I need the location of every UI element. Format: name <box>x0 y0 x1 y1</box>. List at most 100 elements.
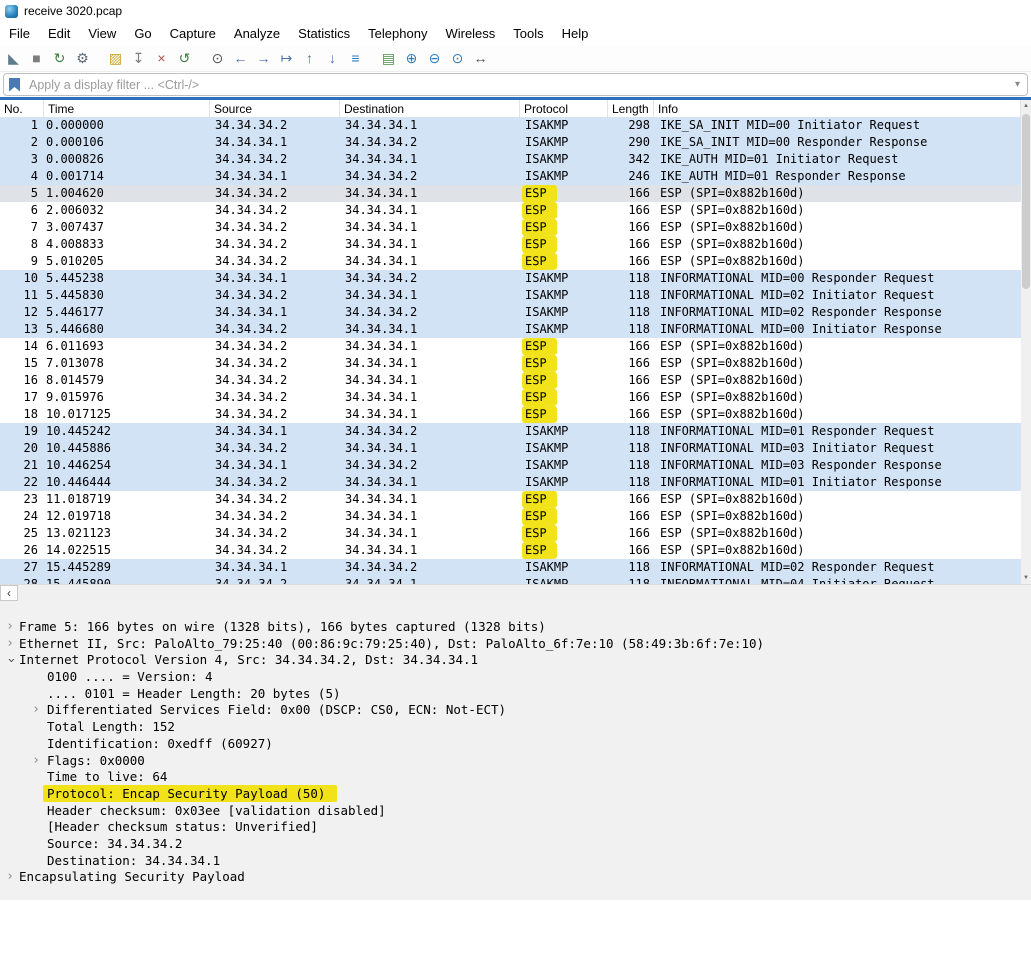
detail-line[interactable]: 0100 .... = Version: 4 <box>0 669 1031 686</box>
packet-row[interactable]: 20.00010634.34.34.134.34.34.2ISAKMP290IK… <box>0 134 1021 151</box>
scroll-left-button[interactable]: ‹ <box>0 585 18 601</box>
detail-line[interactable]: Source: 34.34.34.2 <box>0 836 1031 853</box>
packet-row[interactable]: 1910.44524234.34.34.134.34.34.2ISAKMP118… <box>0 423 1021 440</box>
expand-arrow-icon[interactable]: › <box>5 636 15 653</box>
packet-row[interactable]: 51.00462034.34.34.234.34.34.1ESP166ESP (… <box>0 185 1021 202</box>
packet-row[interactable]: 2210.44644434.34.34.234.34.34.1ISAKMP118… <box>0 474 1021 491</box>
bookmark-icon[interactable] <box>9 78 20 92</box>
scroll-down-icon[interactable]: ▼ <box>1021 572 1031 584</box>
reload-file-button[interactable]: ↺ <box>173 47 196 69</box>
detail-line[interactable]: ›Encapsulating Security Payload <box>0 869 1031 886</box>
column-header-dst[interactable]: Destination <box>340 100 520 117</box>
menu-item-tools[interactable]: Tools <box>504 23 552 44</box>
stop-capture-button[interactable]: ■ <box>25 47 48 69</box>
detail-line[interactable]: ›Ethernet II, Src: PaloAlto_79:25:40 (00… <box>0 636 1031 653</box>
vertical-scrollbar-thumb[interactable] <box>1022 114 1030 289</box>
vertical-scrollbar[interactable]: ▲ ▼ <box>1021 100 1031 584</box>
capture-options-button[interactable]: ⚙ <box>71 47 94 69</box>
detail-line[interactable]: ›Differentiated Services Field: 0x00 (DS… <box>0 702 1031 719</box>
expand-arrow-icon[interactable]: › <box>31 702 41 719</box>
menu-item-help[interactable]: Help <box>553 23 598 44</box>
packet-row[interactable]: 2614.02251534.34.34.234.34.34.1ESP166ESP… <box>0 542 1021 559</box>
packet-row[interactable]: 40.00171434.34.34.134.34.34.2ISAKMP246IK… <box>0 168 1021 185</box>
go-to-packet-button[interactable]: ↦ <box>275 47 298 69</box>
zoom-out-button[interactable]: ⊖ <box>423 47 446 69</box>
cell-time: 10.446254 <box>44 457 210 474</box>
detail-line[interactable]: ›Frame 5: 166 bytes on wire (1328 bits),… <box>0 619 1031 636</box>
collapse-arrow-icon[interactable]: › <box>2 656 19 666</box>
detail-line[interactable]: Destination: 34.34.34.1 <box>0 853 1031 870</box>
chevron-down-icon[interactable]: ▾ <box>1013 79 1022 90</box>
menu-item-telephony[interactable]: Telephony <box>359 23 436 44</box>
colorize-button[interactable]: ▤ <box>377 47 400 69</box>
column-header-len[interactable]: Length <box>608 100 654 117</box>
packet-row[interactable]: 135.44668034.34.34.234.34.34.1ISAKMP118I… <box>0 321 1021 338</box>
filter-input[interactable] <box>27 77 1013 93</box>
packet-row[interactable]: 179.01597634.34.34.234.34.34.1ESP166ESP … <box>0 389 1021 406</box>
detail-line[interactable]: ›Internet Protocol Version 4, Src: 34.34… <box>0 652 1031 669</box>
detail-line[interactable]: Header checksum: 0x03ee [validation disa… <box>0 803 1031 820</box>
menu-item-edit[interactable]: Edit <box>39 23 79 44</box>
zoom-in-button[interactable]: ⊕ <box>400 47 423 69</box>
filter-box[interactable]: ▾ <box>3 73 1028 96</box>
detail-line[interactable]: [Header checksum status: Unverified] <box>0 819 1031 836</box>
menu-item-file[interactable]: File <box>0 23 39 44</box>
packet-row[interactable]: 1810.01712534.34.34.234.34.34.1ESP166ESP… <box>0 406 1021 423</box>
packet-row[interactable]: 2815.44589034.34.34.234.34.34.1ISAKMP118… <box>0 576 1021 584</box>
menu-item-capture[interactable]: Capture <box>161 23 225 44</box>
packet-row[interactable]: 105.44523834.34.34.134.34.34.2ISAKMP118I… <box>0 270 1021 287</box>
packet-row[interactable]: 30.00082634.34.34.234.34.34.1ISAKMP342IK… <box>0 151 1021 168</box>
horizontal-scrollbar[interactable]: ‹ <box>0 584 1031 601</box>
expand-arrow-icon[interactable]: › <box>31 753 41 770</box>
go-last-button[interactable]: ↓ <box>321 47 344 69</box>
column-header-info[interactable]: Info <box>654 100 1021 117</box>
save-file-button[interactable]: ↧ <box>127 47 150 69</box>
column-header-src[interactable]: Source <box>210 100 340 117</box>
packet-row[interactable]: 73.00743734.34.34.234.34.34.1ESP166ESP (… <box>0 219 1021 236</box>
zoom-original-button[interactable]: ⊙ <box>446 47 469 69</box>
menu-item-analyze[interactable]: Analyze <box>225 23 289 44</box>
expand-arrow-icon[interactable]: › <box>5 619 15 636</box>
cell-proto: ESP <box>520 219 608 236</box>
go-first-button[interactable]: ↑ <box>298 47 321 69</box>
go-forward-button[interactable]: → <box>252 47 275 69</box>
column-header-no[interactable]: No. <box>0 100 44 117</box>
open-file-button[interactable]: ▨ <box>104 47 127 69</box>
packet-row[interactable]: 2311.01871934.34.34.234.34.34.1ESP166ESP… <box>0 491 1021 508</box>
expand-arrow-icon[interactable]: › <box>5 869 15 886</box>
column-header-time[interactable]: Time <box>44 100 210 117</box>
detail-line[interactable]: .... 0101 = Header Length: 20 bytes (5) <box>0 686 1031 703</box>
detail-line[interactable]: Identification: 0xedff (60927) <box>0 736 1031 753</box>
packet-row[interactable]: 168.01457934.34.34.234.34.34.1ESP166ESP … <box>0 372 1021 389</box>
packet-row[interactable]: 62.00603234.34.34.234.34.34.1ESP166ESP (… <box>0 202 1021 219</box>
packet-row[interactable]: 157.01307834.34.34.234.34.34.1ESP166ESP … <box>0 355 1021 372</box>
menu-item-view[interactable]: View <box>79 23 125 44</box>
packet-row[interactable]: 146.01169334.34.34.234.34.34.1ESP166ESP … <box>0 338 1021 355</box>
start-capture-button[interactable]: ◣ <box>2 47 25 69</box>
close-file-button[interactable]: × <box>150 47 173 69</box>
packet-row[interactable]: 115.44583034.34.34.234.34.34.1ISAKMP118I… <box>0 287 1021 304</box>
menu-item-wireless[interactable]: Wireless <box>436 23 504 44</box>
go-back-button[interactable]: ← <box>229 47 252 69</box>
detail-line[interactable]: Total Length: 152 <box>0 719 1031 736</box>
resize-columns-button[interactable]: ↔ <box>469 47 492 69</box>
packet-row[interactable]: 95.01020534.34.34.234.34.34.1ESP166ESP (… <box>0 253 1021 270</box>
column-header-proto[interactable]: Protocol <box>520 100 608 117</box>
detail-line[interactable]: ›Flags: 0x0000 <box>0 753 1031 770</box>
packet-row[interactable]: 2513.02112334.34.34.234.34.34.1ESP166ESP… <box>0 525 1021 542</box>
auto-scroll-button[interactable]: ≡ <box>344 47 367 69</box>
packet-row[interactable]: 2110.44625434.34.34.134.34.34.2ISAKMP118… <box>0 457 1021 474</box>
restart-capture-button[interactable]: ↻ <box>48 47 71 69</box>
packet-row[interactable]: 2010.44588634.34.34.234.34.34.1ISAKMP118… <box>0 440 1021 457</box>
scroll-up-icon[interactable]: ▲ <box>1021 100 1031 112</box>
packet-row[interactable]: 84.00883334.34.34.234.34.34.1ESP166ESP (… <box>0 236 1021 253</box>
detail-line[interactable]: Time to live: 64 <box>0 769 1031 786</box>
menu-item-go[interactable]: Go <box>125 23 160 44</box>
find-packet-button[interactable]: ⊙ <box>206 47 229 69</box>
packet-row[interactable]: 10.00000034.34.34.234.34.34.1ISAKMP298IK… <box>0 117 1021 134</box>
packet-row[interactable]: 2412.01971834.34.34.234.34.34.1ESP166ESP… <box>0 508 1021 525</box>
detail-line[interactable]: Protocol: Encap Security Payload (50) <box>0 786 1031 803</box>
packet-row[interactable]: 2715.44528934.34.34.134.34.34.2ISAKMP118… <box>0 559 1021 576</box>
menu-item-statistics[interactable]: Statistics <box>289 23 359 44</box>
packet-row[interactable]: 125.44617734.34.34.134.34.34.2ISAKMP118I… <box>0 304 1021 321</box>
